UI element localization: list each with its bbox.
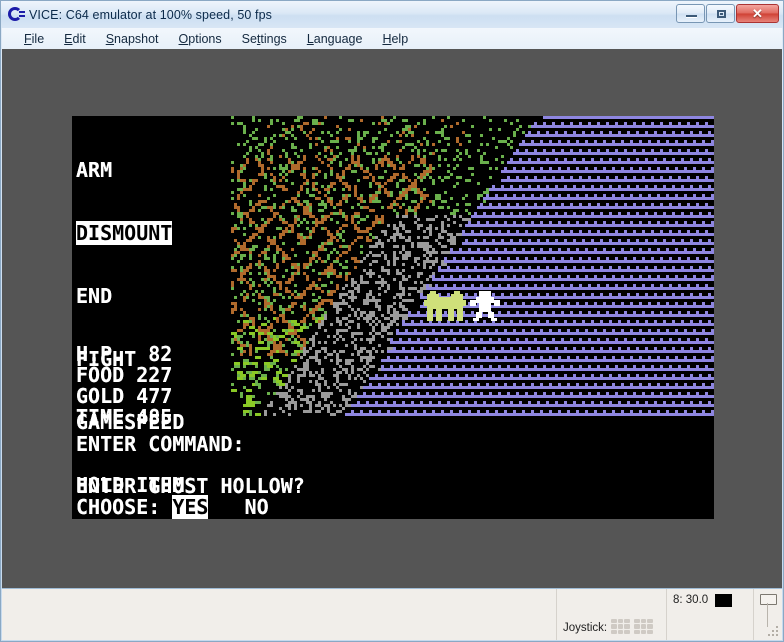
tape-counter-icon xyxy=(759,594,777,627)
close-icon: ✕ xyxy=(752,5,763,21)
minimize-button[interactable] xyxy=(676,4,705,23)
drive-led-icon xyxy=(715,594,733,607)
window-title: VICE: C64 emulator at 100% speed, 50 fps xyxy=(29,7,273,22)
window-resize-grip[interactable] xyxy=(766,624,780,638)
title-bar[interactable]: VICE: C64 emulator at 100% speed, 50 fps… xyxy=(1,1,783,28)
status-bar: Joystick: 8: 30.0 xyxy=(2,588,782,640)
menu-item-snapshot[interactable]: Snapshot xyxy=(96,30,169,48)
choice-row[interactable]: CHOOSE: YES NO xyxy=(76,495,269,519)
window-controls: ✕ xyxy=(676,4,779,23)
commodore-logo-icon xyxy=(7,6,25,24)
drive-status-pane[interactable]: 8: 30.0 xyxy=(667,589,754,640)
menu-item-settings[interactable]: Settings xyxy=(232,30,297,48)
command-item-end[interactable]: END xyxy=(76,286,184,307)
maximize-button[interactable] xyxy=(706,4,735,23)
drive-label: 8: 30.0 xyxy=(673,594,709,606)
joystick-port1-icon[interactable] xyxy=(611,619,631,634)
menu-item-language[interactable]: Language xyxy=(297,30,373,48)
command-item-arm[interactable]: ARM xyxy=(76,160,184,181)
question-text: ENTER GHOST HOLLOW? xyxy=(76,474,305,498)
menu-item-help[interactable]: Help xyxy=(372,30,418,48)
joystick-label: Joystick: xyxy=(563,622,608,634)
joystick-port2-icon[interactable] xyxy=(634,619,654,634)
choice-yes[interactable]: YES xyxy=(172,495,209,519)
command-menu[interactable]: ARM DISMOUNT END FIGHT GAMESPEED HOLD IT… xyxy=(76,118,184,519)
status-message-pane xyxy=(2,589,557,640)
choice-no[interactable]: NO xyxy=(245,495,269,519)
menu-item-options[interactable]: Options xyxy=(169,30,232,48)
close-button[interactable]: ✕ xyxy=(736,4,779,23)
emulator-client-area: ARM DISMOUNT END FIGHT GAMESPEED HOLD IT… xyxy=(2,49,782,589)
command-prompt: ENTER COMMAND: xyxy=(76,432,245,456)
menu-bar: File Edit Snapshot Options Settings Lang… xyxy=(2,28,782,50)
vice-emulator-window: VICE: C64 emulator at 100% speed, 50 fps… xyxy=(0,0,784,642)
player-stats: H.P. 82 FOOD 227 GOLD 477 TIME 485 xyxy=(76,342,173,429)
menu-item-file[interactable]: File xyxy=(14,30,54,48)
c64-display[interactable]: ARM DISMOUNT END FIGHT GAMESPEED HOLD IT… xyxy=(72,116,714,519)
choose-label: CHOOSE: xyxy=(76,495,161,519)
joystick-status-pane[interactable]: Joystick: xyxy=(557,589,667,640)
command-item-dismount[interactable]: DISMOUNT xyxy=(76,221,184,245)
menu-item-edit[interactable]: Edit xyxy=(54,30,96,48)
